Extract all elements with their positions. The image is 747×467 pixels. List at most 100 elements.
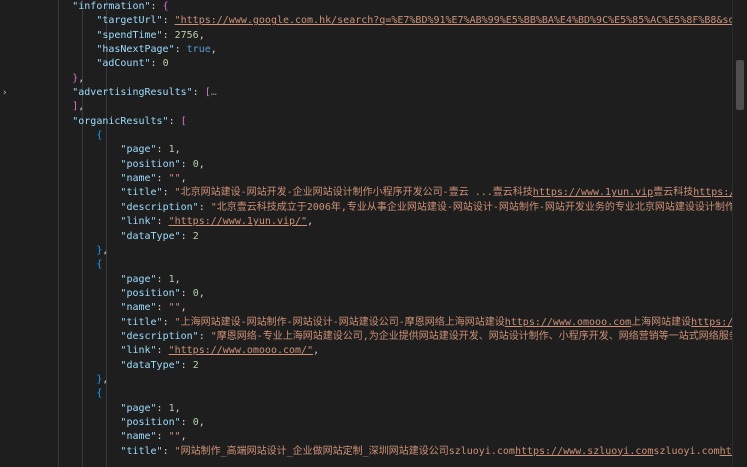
code-line[interactable]: "dataType": 2 [0,359,740,373]
code-line[interactable]: "description": "摩恩网络-专业上海网站建设公司,为企业提供网站建… [0,330,740,344]
code-token: true [186,44,211,56]
code-token: https://www.1yun.vip [532,187,654,199]
code-line[interactable]: { [0,129,740,143]
code-token: : [168,115,181,127]
code-token: … [210,87,217,99]
code-token: , [180,431,187,443]
code-token: 2 [192,230,199,242]
code-line[interactable]: ], [0,100,740,114]
code-line[interactable]: "link": "https://www.1yun.vip/", [0,215,740,229]
code-token: : [174,44,187,56]
fold-chevron-icon[interactable]: › [2,86,7,100]
code-token: "" [168,431,181,443]
code-token: 0 [162,58,169,70]
code-line[interactable]: "name": "", [0,430,740,444]
code-line[interactable]: "dataType": 2 [0,230,740,244]
code-line[interactable]: "page": 1, [0,273,740,287]
code-token: , [198,29,205,41]
code-line[interactable]: "name": "", [0,172,740,186]
code-token: https://www.szluoyi.com [514,445,654,457]
code-token: : [156,216,169,228]
code-token: { [96,259,103,271]
code-token: , [210,44,217,56]
code-token: "organicResults" [72,115,169,127]
code-token: , [180,173,187,185]
code-token: "title" [120,445,163,457]
code-token: : [162,29,175,41]
code-line[interactable]: }, [0,72,740,86]
code-token: "page" [120,273,157,285]
code-line[interactable]: "description": "北京壹云科技成立于2006年,专业从事企业网站建… [0,201,740,215]
code-token: { [96,388,103,400]
code-token: "" [168,302,181,314]
code-line[interactable]: "page": 1, [0,143,740,157]
code-line[interactable]: "title": "网站制作_高端网站设计_企业做网站定制_深圳网站建设公司sz… [0,445,740,459]
code-token: : [156,431,169,443]
code-token: : [198,201,211,213]
code-line[interactable]: "link": "https://www.omooo.com/", [0,344,740,358]
code-token: : [180,416,193,428]
code-token: , [313,345,320,357]
code-line[interactable]: "title": "上海网站建设-网站制作-网站设计-网站建设公司-摩恩网络上海… [0,316,740,330]
code-token: , [174,402,181,414]
code-token: "advertisingResults" [72,87,193,99]
code-token: "link" [120,216,157,228]
vertical-scrollbar[interactable] [732,0,747,467]
code-line[interactable]: "targetUrl": "https://www.google.com.hk/… [0,14,740,28]
code-line[interactable]: "organicResults": [ [0,115,740,129]
code-token: , [198,287,205,299]
code-token: "page" [120,402,157,414]
code-line[interactable]: "information": { [0,0,740,14]
code-line[interactable]: }, [0,373,740,387]
code-line[interactable]: "hasNextPage": true, [0,43,740,57]
code-token: "information" [72,1,151,12]
code-line[interactable]: { [0,387,740,401]
code-line[interactable]: "position": 0, [0,416,740,430]
code-token: "name" [120,302,157,314]
code-line[interactable]: "position": 0, [0,287,740,301]
code-token: "description" [120,330,199,342]
code-line[interactable]: "spendTime": 2756, [0,29,740,43]
json-editor[interactable]: "information": { "targetUrl": "https://w… [0,0,747,467]
code-area[interactable]: "information": { "targetUrl": "https://w… [0,0,740,459]
code-token: szluoyi.com [653,445,720,457]
code-token: "https://www.omooo.com/" [168,345,314,357]
code-line[interactable]: › "advertisingResults": [… [0,86,740,100]
code-token: : [156,144,169,156]
code-token: "name" [120,173,157,185]
code-token: "北京壹云科技成立于2006年,专业从事企业网站建设-网站设计-网站制作-网站开… [210,201,740,213]
code-line[interactable]: { [0,258,740,272]
code-token: : [156,402,169,414]
code-token: "page" [120,144,157,156]
code-token: , [174,144,181,156]
code-line[interactable]: "adCount": 0 [0,57,740,71]
code-line[interactable]: "title": "北京网站建设-网站开发-企业网站设计制作小程序开发公司-壹云… [0,186,740,200]
code-token: "北京网站建设-网站开发-企业网站设计制作小程序开发公司-壹云 ...壹云科技 [174,187,533,199]
code-token: "targetUrl" [96,15,163,27]
scrollbar-thumb[interactable] [736,60,744,110]
code-line[interactable]: "page": 1, [0,402,740,416]
code-line[interactable]: "name": "", [0,301,740,315]
code-token: [ [180,115,187,127]
code-token: 上海网站建设 [631,316,692,328]
code-token: : [156,302,169,314]
code-token: "adCount" [96,58,151,70]
code-token: , [102,373,109,385]
code-token: "hasNextPage" [96,44,175,56]
code-line[interactable]: "position": 0, [0,158,740,172]
code-token: , [198,416,205,428]
code-line[interactable]: }, [0,244,740,258]
